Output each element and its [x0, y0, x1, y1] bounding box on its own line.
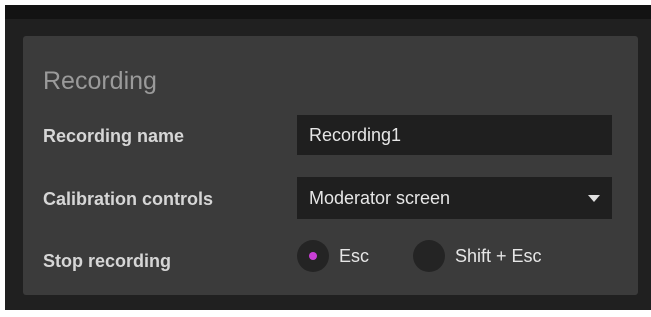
recording-name-label: Recording name	[43, 126, 185, 146]
top-strip	[5, 5, 651, 19]
section-title: Recording	[43, 67, 157, 95]
radio-option-esc[interactable]: Esc	[297, 238, 369, 274]
chevron-down-icon	[588, 195, 600, 202]
recording-name-input[interactable]	[297, 115, 612, 155]
stop-recording-label: Stop recording	[43, 251, 172, 271]
settings-window: Recording Recording name Calibration con…	[5, 5, 651, 310]
radio-label-esc: Esc	[339, 245, 370, 266]
radio-option-shift-esc[interactable]: Shift + Esc	[413, 238, 542, 274]
radio-label-shift-esc: Shift + Esc	[455, 245, 542, 266]
calibration-controls-value: Moderator screen	[309, 188, 451, 208]
calibration-controls-select[interactable]: Moderator screen	[297, 177, 612, 219]
radio-button-esc[interactable]	[297, 240, 329, 272]
recording-panel: Recording Recording name Calibration con…	[23, 36, 638, 295]
calibration-controls-label: Calibration controls	[43, 189, 214, 209]
radio-selected-dot	[309, 252, 317, 260]
radio-button-shift-esc[interactable]	[413, 240, 445, 272]
